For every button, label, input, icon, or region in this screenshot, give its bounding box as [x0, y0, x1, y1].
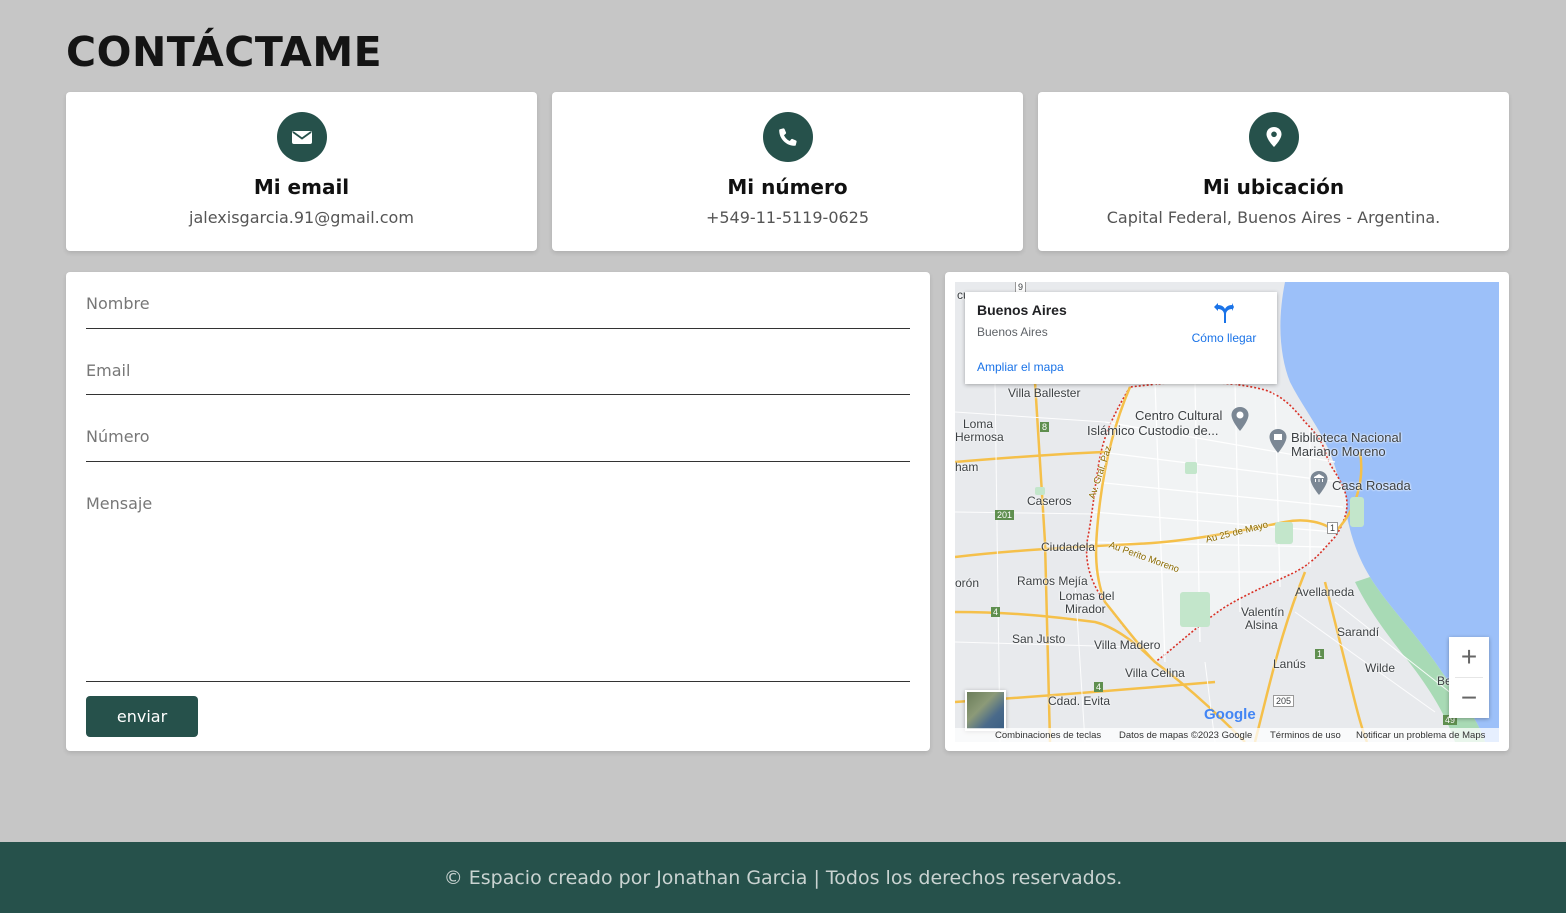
- name-input[interactable]: [86, 294, 910, 313]
- message-field-wrapper: [86, 494, 910, 682]
- email-input[interactable]: [86, 361, 910, 380]
- phone-value: +549-11-5119-0625: [705, 208, 870, 227]
- map-label: Wilde: [1365, 661, 1396, 675]
- google-logo: Google: [1204, 706, 1256, 723]
- map-label: Loma: [963, 417, 994, 431]
- map-label: Mariano Moreno: [1291, 444, 1386, 459]
- map-label: Lomas del: [1059, 589, 1115, 603]
- place-title: Buenos Aires: [977, 302, 1067, 318]
- map-label: Cdad. Evita: [1048, 694, 1111, 708]
- name-field-wrapper: [86, 294, 910, 329]
- poi-marker-icon[interactable]: [1231, 407, 1249, 431]
- route-shield: 4: [991, 607, 1001, 617]
- email-card: Mi email jalexisgarcia.91@gmail.com: [66, 92, 537, 251]
- map-label: Islámico Custodio de...: [1087, 423, 1219, 438]
- map-label: Hermosa: [955, 430, 1004, 444]
- email-card-title: Mi email: [253, 175, 350, 199]
- keyboard-shortcuts-link[interactable]: Combinaciones de teclas: [995, 730, 1101, 741]
- route-shield: 205: [1273, 695, 1295, 707]
- page-title: CONTÁCTAME: [66, 28, 383, 76]
- route-shield: 1: [1327, 522, 1339, 534]
- map-label: Centro Cultural: [1135, 408, 1223, 423]
- map-label: orón: [955, 576, 980, 590]
- place-subtitle: Buenos Aires: [977, 325, 1048, 339]
- phone-card: Mi número +549-11-5119-0625: [552, 92, 1023, 251]
- map-place-card: Buenos Aires Buenos Aires Ampliar el map…: [965, 292, 1277, 384]
- contact-form: enviar: [66, 272, 930, 751]
- email-field-wrapper: [86, 361, 910, 395]
- directions-button[interactable]: Cómo llegar: [1189, 302, 1259, 345]
- map-label: Avellaneda: [1295, 585, 1355, 599]
- footer: © Espacio creado por Jonathan Garcia | T…: [0, 842, 1566, 913]
- enlarge-map-link[interactable]: Ampliar el mapa: [977, 360, 1064, 374]
- submit-button[interactable]: enviar: [86, 696, 198, 737]
- footer-text: © Espacio creado por Jonathan Garcia | T…: [443, 866, 1123, 889]
- envelope-icon: [276, 112, 327, 162]
- google-logo-text: Google: [1204, 706, 1256, 723]
- route-shield: 4: [1094, 682, 1104, 692]
- map-label: Alsina: [1245, 618, 1278, 632]
- map-label: Mirador: [1065, 602, 1106, 616]
- directions-icon: [1214, 303, 1234, 323]
- library-marker-icon[interactable]: [1269, 429, 1287, 453]
- map-data-text: Datos de mapas ©2023 Google: [1119, 730, 1253, 741]
- map-label: ham: [955, 460, 979, 474]
- number-input[interactable]: [86, 427, 910, 446]
- map-label: Casa Rosada: [1332, 478, 1411, 493]
- terms-link[interactable]: Términos de uso: [1270, 730, 1341, 741]
- report-problem-link[interactable]: Notificar un problema de Maps: [1356, 730, 1485, 741]
- map-label: Villa Celina: [1125, 666, 1185, 680]
- location-value: Capital Federal, Buenos Aires - Argentin…: [1106, 208, 1441, 227]
- phone-icon: [762, 112, 813, 162]
- route-shield: 1: [1315, 649, 1325, 659]
- map-label: Biblioteca Nacional: [1291, 430, 1402, 445]
- map-label: Valentín: [1241, 605, 1285, 619]
- location-card: Mi ubicación Capital Federal, Buenos Air…: [1038, 92, 1509, 251]
- museum-marker-icon[interactable]: [1310, 471, 1328, 495]
- directions-label: Cómo llegar: [1191, 331, 1257, 345]
- phone-card-title: Mi número: [727, 175, 848, 199]
- map-label: Lanús: [1273, 657, 1306, 671]
- map-attribution: Combinaciones de teclas Datos de mapas ©…: [955, 728, 1499, 742]
- zoom-out-button[interactable]: −: [1449, 678, 1489, 718]
- zoom-control: + −: [1449, 637, 1489, 718]
- map-marker-icon: [1248, 112, 1299, 162]
- map-label: Villa Ballester: [1008, 386, 1081, 400]
- location-card-title: Mi ubicación: [1202, 175, 1345, 199]
- map-label: Ciudadela: [1041, 540, 1096, 554]
- route-shield: 201: [995, 510, 1015, 520]
- map-label: San Justo: [1012, 632, 1066, 646]
- route-shield: 8: [1040, 422, 1050, 432]
- map-label: Ramos Mejía: [1017, 574, 1088, 588]
- satellite-toggle[interactable]: [965, 690, 1006, 731]
- map-label: Villa Madero: [1094, 638, 1161, 652]
- map-embed[interactable]: cu Villa Ballester Centro Cultural Islám…: [955, 282, 1499, 742]
- zoom-in-button[interactable]: +: [1449, 637, 1489, 677]
- map-label: Caseros: [1027, 494, 1072, 508]
- message-textarea[interactable]: [86, 494, 910, 674]
- map-panel: cu Villa Ballester Centro Cultural Islám…: [945, 272, 1509, 751]
- map-label: Sarandí: [1337, 625, 1380, 639]
- number-field-wrapper: [86, 427, 910, 462]
- email-value: jalexisgarcia.91@gmail.com: [189, 208, 414, 227]
